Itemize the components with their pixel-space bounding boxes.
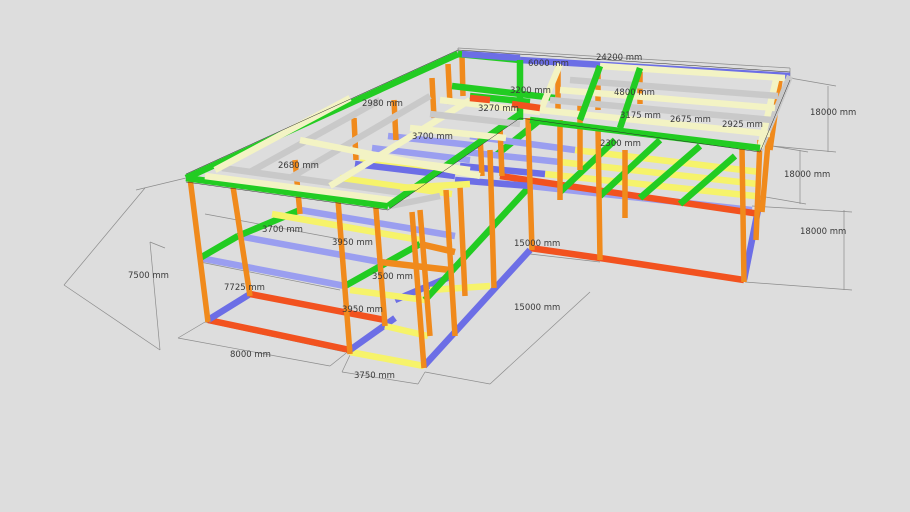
dim-2300: 2300 mm: [600, 139, 641, 149]
beam: [461, 50, 521, 62]
dim-front-bay: 3750 mm: [354, 371, 395, 381]
column: [525, 117, 535, 251]
column: [335, 199, 353, 355]
dim-wing-length: 15000 mm: [514, 303, 560, 313]
beam: [199, 254, 346, 290]
dim-mid-height: 18000 mm: [784, 170, 830, 180]
dim-3700b: 3700 mm: [412, 132, 453, 142]
column: [739, 147, 747, 283]
dim-6000: 6000 mm: [528, 59, 569, 69]
dim-2925: 2925 mm: [722, 120, 763, 130]
dim-total-length: 24200 mm: [596, 53, 642, 63]
dim-2675: 2675 mm: [670, 115, 711, 125]
dim-left-depth: 7500 mm: [128, 271, 169, 281]
column: [443, 189, 458, 337]
dim-right-height: 18000 mm: [800, 227, 846, 237]
column: [753, 139, 763, 241]
dim-3270: 3270 mm: [478, 104, 519, 114]
beam: [399, 180, 471, 192]
dim-2980: 2980 mm: [362, 99, 403, 109]
beam: [348, 315, 397, 353]
column: [457, 185, 468, 297]
column: [187, 177, 211, 323]
dim-3500: 3500 mm: [372, 272, 413, 282]
beam: [469, 94, 491, 104]
dim-top-height: 18000 mm: [810, 108, 856, 118]
dim-7725: 7725 mm: [224, 283, 265, 293]
dim-3700: 3700 mm: [262, 225, 303, 235]
beam: [599, 254, 745, 284]
beam: [529, 244, 601, 262]
beam: [349, 348, 425, 370]
beam: [206, 291, 252, 323]
beam: [198, 233, 240, 261]
dim-2680: 2680 mm: [278, 161, 319, 171]
dim-4800: 4800 mm: [614, 88, 655, 98]
dim-inner-15000: 15000 mm: [514, 239, 560, 249]
dim-left-width: 8000 mm: [230, 350, 271, 360]
beam: [207, 316, 351, 354]
dim-3175: 3175 mm: [620, 111, 661, 121]
structural-frame-diagram: 24200 mm 18000 mm 18000 mm 18000 mm 7500…: [63, 47, 856, 385]
dim-3950b: 3950 mm: [342, 305, 383, 315]
dim-3950: 3950 mm: [332, 238, 373, 248]
dim-3200: 3200 mm: [510, 86, 551, 96]
beam: [213, 95, 352, 173]
